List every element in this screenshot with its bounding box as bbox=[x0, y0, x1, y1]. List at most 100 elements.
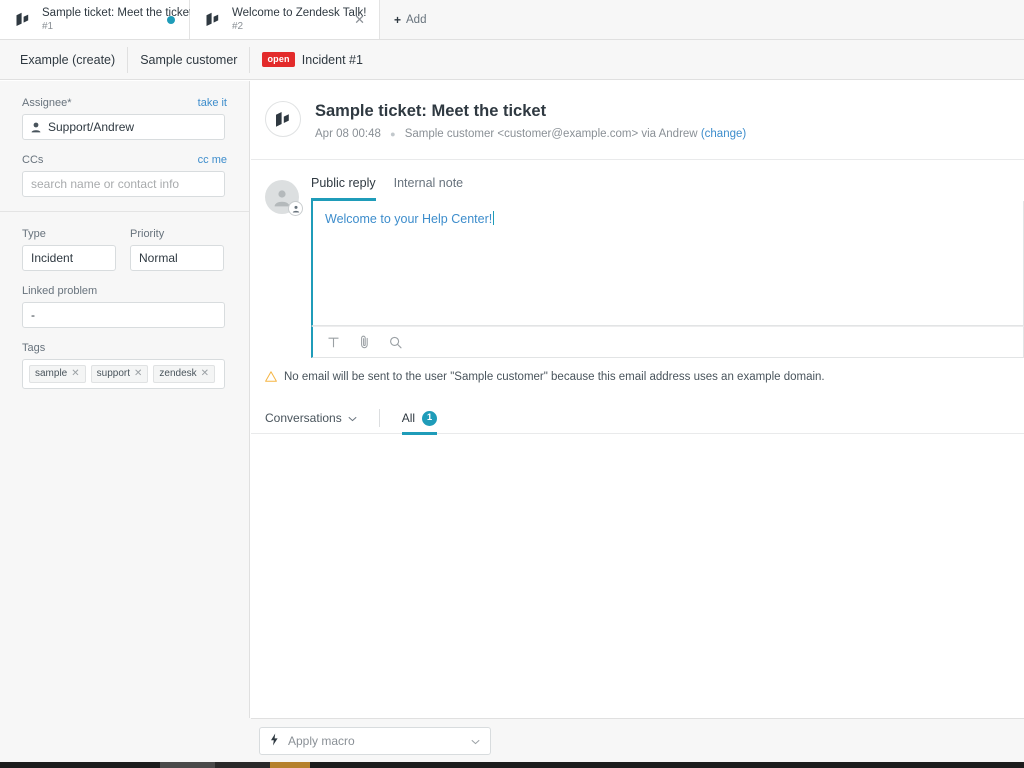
priority-label: Priority bbox=[130, 228, 165, 240]
assignee-value: Support/Andrew bbox=[48, 120, 135, 134]
text-cursor bbox=[493, 211, 495, 226]
remove-tag-icon[interactable]: ✕ bbox=[201, 368, 209, 380]
tag-label: sample bbox=[35, 368, 68, 379]
type-field-group: Type Incident bbox=[22, 228, 116, 271]
reply-text: Welcome to your Help Center! bbox=[325, 212, 493, 227]
breadcrumb-item-incident[interactable]: open Incident #1 bbox=[250, 47, 374, 73]
tag-chip[interactable]: sample ✕ bbox=[29, 365, 86, 383]
sidebar-section-people: Assignee* take it Support/Andrew CCs cc … bbox=[0, 81, 249, 212]
tag-chip[interactable]: zendesk ✕ bbox=[153, 365, 216, 383]
breadcrumb-item-example-create[interactable]: Example (create) bbox=[8, 46, 129, 73]
tag-label: zendesk bbox=[159, 368, 197, 379]
apply-macro-label: Apply macro bbox=[288, 733, 355, 748]
cc-me-link[interactable]: cc me bbox=[198, 154, 227, 166]
conversation-count-badge: 1 bbox=[422, 410, 438, 426]
sidebar-section-attributes: Type Incident Priority Normal Linked pro… bbox=[0, 212, 249, 403]
ticket-requester: Sample customer <customer@example.com> v… bbox=[404, 128, 698, 141]
chevron-down-icon bbox=[348, 411, 357, 425]
tab-bar: Sample ticket: Meet the ticket #1 Welcom… bbox=[0, 0, 1024, 40]
tab-label: Public reply bbox=[311, 176, 376, 191]
composer-channel-tabs: Public reply Internal note bbox=[311, 176, 1024, 202]
status-badge: open bbox=[262, 52, 295, 67]
end-user-icon bbox=[288, 201, 303, 217]
add-tab-button[interactable]: + Add bbox=[380, 0, 441, 39]
ticket-footer-bar: Apply macro bbox=[251, 718, 1024, 762]
type-select[interactable]: Incident bbox=[22, 245, 116, 271]
assignee-label: Assignee* bbox=[22, 97, 72, 109]
meta-separator: ● bbox=[390, 129, 396, 139]
priority-field-group: Priority Normal bbox=[130, 228, 224, 271]
breadcrumb-item-sample-customer[interactable]: Sample customer bbox=[128, 46, 251, 73]
ccs-field-group: CCs cc me search name or contact info bbox=[22, 154, 227, 197]
composer-body: Public reply Internal note Welcome to yo… bbox=[311, 176, 1024, 359]
conversations-bar: Conversations All 1 bbox=[251, 403, 1024, 435]
tab-label: All bbox=[401, 411, 416, 426]
ccs-label: CCs bbox=[22, 154, 44, 166]
priority-select[interactable]: Normal bbox=[130, 245, 224, 271]
breadcrumb-label: Incident #1 bbox=[301, 52, 363, 67]
ccs-placeholder: search name or contact info bbox=[31, 177, 180, 191]
ticket-tab-1[interactable]: Sample ticket: Meet the ticket #1 bbox=[0, 0, 193, 39]
sidebar-footer-spacer bbox=[0, 718, 251, 762]
warning-triangle-icon bbox=[265, 371, 277, 387]
linked-problem-select[interactable]: - bbox=[22, 302, 225, 328]
page-title: Sample ticket: Meet the ticket bbox=[315, 102, 547, 120]
composer-avatar bbox=[265, 180, 303, 217]
taskbar-segment bbox=[215, 762, 270, 768]
assignee-field-group: Assignee* take it Support/Andrew bbox=[22, 97, 227, 140]
type-label: Type bbox=[22, 228, 46, 240]
tab-number: #1 bbox=[42, 20, 54, 32]
ticket-main-pane: Sample ticket: Meet the ticket Apr 08 00… bbox=[251, 81, 1024, 768]
chevron-down-icon bbox=[471, 734, 480, 748]
tab-internal-note[interactable]: Internal note bbox=[394, 176, 464, 201]
add-tab-label: Add bbox=[406, 13, 427, 26]
ticket-header: Sample ticket: Meet the ticket Apr 08 00… bbox=[251, 81, 1024, 161]
ticket-tab-2[interactable]: Welcome to Zendesk Talk! #2 ✕ bbox=[190, 0, 380, 39]
ticket-meta: Apr 08 00:48 ● Sample customer <customer… bbox=[315, 127, 746, 141]
tags-input[interactable]: sample ✕ support ✕ zendesk ✕ bbox=[22, 359, 225, 389]
warning-text: No email will be sent to the user "Sampl… bbox=[284, 371, 825, 384]
close-icon[interactable]: ✕ bbox=[354, 13, 365, 26]
divider bbox=[378, 409, 380, 428]
take-it-link[interactable]: take it bbox=[198, 97, 227, 109]
assignee-input[interactable]: Support/Andrew bbox=[22, 114, 225, 140]
search-icon[interactable] bbox=[389, 336, 402, 349]
linked-problem-value: - bbox=[31, 308, 35, 322]
conversations-selector[interactable]: Conversations bbox=[265, 403, 357, 434]
text-format-icon[interactable] bbox=[327, 336, 340, 349]
breadcrumb-label: Example (create) bbox=[20, 52, 116, 67]
linked-problem-field-group: Linked problem - bbox=[22, 285, 227, 328]
taskbar-segment bbox=[160, 762, 215, 768]
tag-chip[interactable]: support ✕ bbox=[90, 365, 149, 383]
lightning-icon bbox=[270, 733, 279, 749]
tab-all-conversations[interactable]: All 1 bbox=[401, 403, 438, 435]
reply-composer: Public reply Internal note Welcome to yo… bbox=[251, 160, 1024, 359]
priority-value: Normal bbox=[139, 251, 178, 265]
apply-macro-select[interactable]: Apply macro bbox=[259, 726, 491, 755]
tab-number: #2 bbox=[232, 20, 244, 32]
remove-tag-icon[interactable]: ✕ bbox=[134, 368, 142, 380]
active-tab-indicator bbox=[401, 431, 438, 435]
conversations-label: Conversations bbox=[265, 411, 342, 426]
tag-label: support bbox=[96, 368, 130, 379]
unsaved-dot-icon bbox=[167, 15, 175, 24]
reply-textarea[interactable]: Welcome to your Help Center! bbox=[311, 201, 1024, 327]
composer-toolbar bbox=[311, 326, 1024, 359]
plus-icon: + bbox=[394, 12, 402, 27]
taskbar-segment bbox=[270, 762, 310, 768]
type-value: Incident bbox=[31, 251, 74, 265]
breadcrumb: Example (create) Sample customer open In… bbox=[0, 40, 1024, 80]
ccs-input[interactable]: search name or contact info bbox=[22, 171, 225, 197]
breadcrumb-label: Sample customer bbox=[140, 52, 238, 67]
remove-tag-icon[interactable]: ✕ bbox=[71, 368, 79, 380]
tab-public-reply[interactable]: Public reply bbox=[311, 176, 376, 202]
email-warning: No email will be sent to the user "Sampl… bbox=[251, 358, 1024, 387]
ticket-icon bbox=[265, 101, 301, 137]
tags-field-group: Tags sample ✕ support ✕ zendesk ✕ bbox=[22, 342, 227, 389]
tab-title: Sample ticket: Meet the ticket bbox=[42, 6, 193, 19]
tab-label: Internal note bbox=[393, 176, 464, 191]
attachment-icon[interactable] bbox=[358, 335, 371, 349]
os-taskbar bbox=[0, 762, 1024, 768]
change-requester-link[interactable]: (change) bbox=[701, 128, 746, 140]
linked-problem-label: Linked problem bbox=[22, 285, 98, 297]
